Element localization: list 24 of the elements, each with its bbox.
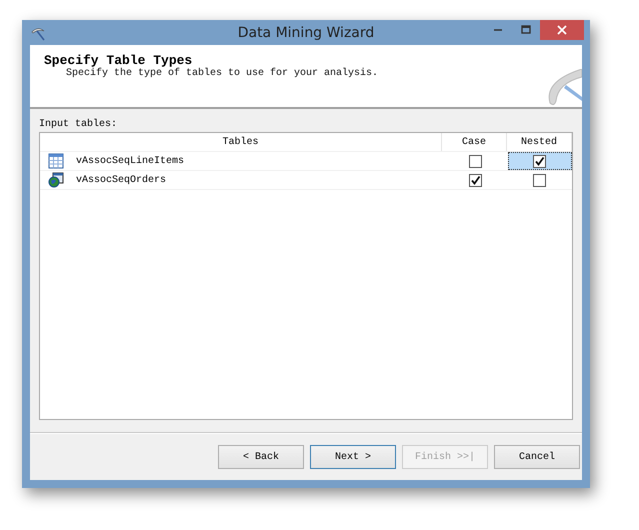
- minimize-icon: [494, 29, 502, 31]
- page-title: Specify Table Types: [44, 53, 192, 68]
- column-header[interactable]: Nested: [506, 133, 572, 152]
- checkbox[interactable]: [533, 154, 546, 168]
- table-name[interactable]: vAssocSeqLineItems: [76, 156, 184, 167]
- grid-cell[interactable]: [508, 152, 572, 170]
- table-icon: [48, 153, 64, 170]
- column-header[interactable]: Case: [442, 133, 507, 152]
- pickaxe-icon: [30, 26, 46, 42]
- wizard-button[interactable]: Cancel: [494, 445, 580, 470]
- input-tables-label: Input tables:: [39, 119, 118, 132]
- column-header[interactable]: Tables: [40, 133, 442, 152]
- wizard-button[interactable]: < Back: [218, 445, 304, 470]
- window-title: Data Mining Wizard: [238, 24, 374, 41]
- close-icon: [557, 25, 567, 35]
- view-icon: [48, 172, 64, 188]
- checkbox[interactable]: [468, 154, 482, 168]
- maximize-icon: [521, 25, 531, 35]
- wizard-button[interactable]: Next >: [310, 445, 396, 470]
- page-subtitle: Specify the type of tables to use for your analysis.: [65, 68, 378, 80]
- close-button[interactable]: [540, 20, 584, 40]
- checkbox[interactable]: [533, 174, 546, 187]
- checkbox[interactable]: [468, 174, 482, 187]
- table-name[interactable]: vAssocSeqOrders: [76, 174, 166, 186]
